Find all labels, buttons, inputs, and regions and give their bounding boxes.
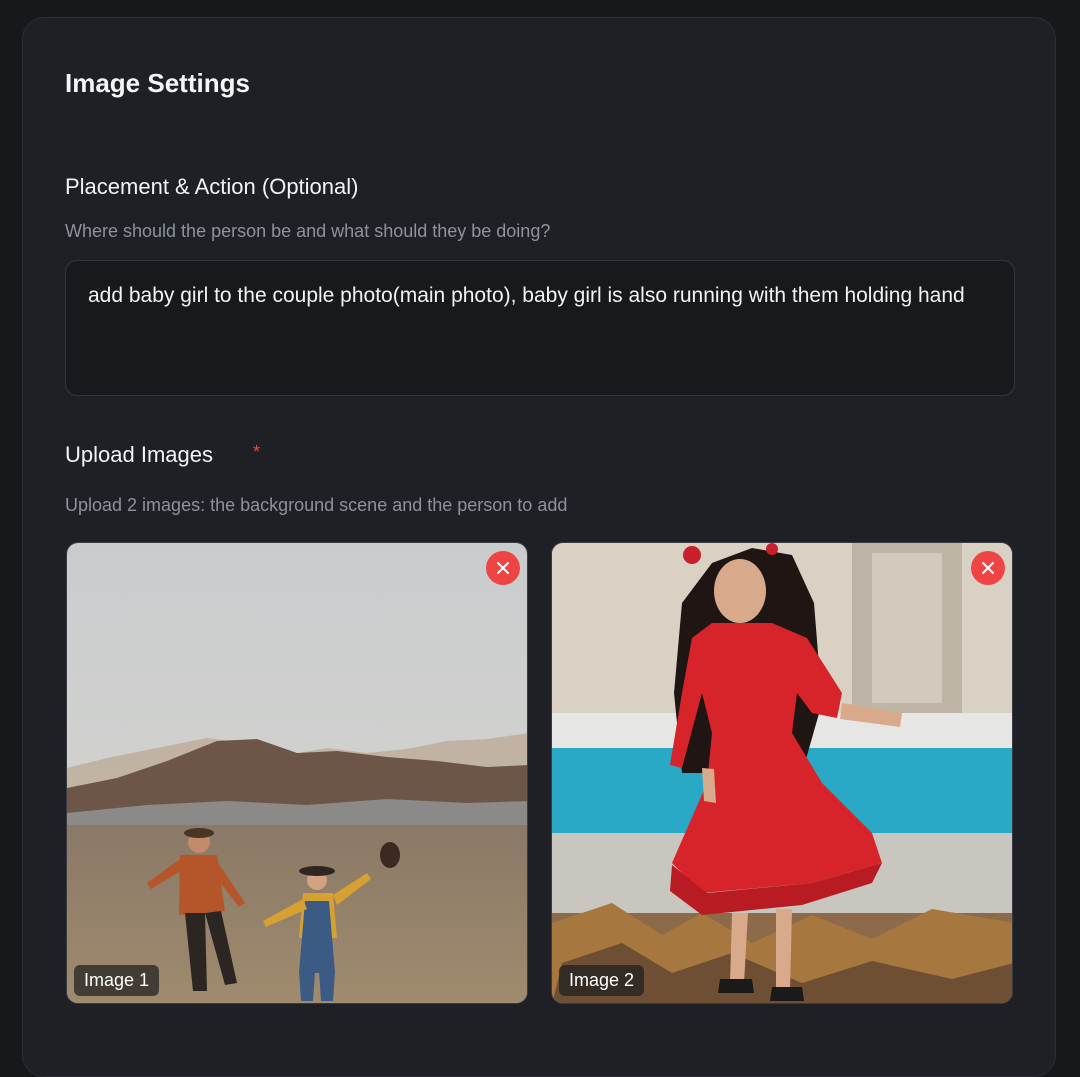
required-indicator: * (253, 442, 261, 462)
remove-image-2-button[interactable] (971, 551, 1005, 585)
image-1-caption: Image 1 (74, 965, 160, 996)
placement-textarea[interactable]: add baby girl to the couple photo(main p… (65, 260, 1015, 396)
couple-photo (67, 543, 527, 1003)
upload-help-text: Upload 2 images: the background scene an… (65, 495, 568, 515)
panel-title: Image Settings (65, 68, 250, 98)
image-thumbnail-1[interactable]: Image 1 (66, 542, 528, 1004)
close-icon (497, 562, 509, 574)
image-settings-panel: Image Settings Placement & Action (Optio… (22, 17, 1056, 1077)
image-2-caption: Image 2 (559, 965, 645, 996)
placement-label: Placement & Action (Optional) (65, 174, 359, 199)
remove-image-1-button[interactable] (486, 551, 520, 585)
close-icon (982, 562, 994, 574)
image-thumbnail-2[interactable]: Image 2 (551, 542, 1013, 1004)
placement-help-text: Where should the person be and what shou… (65, 221, 551, 241)
girl-photo (552, 543, 1012, 1003)
upload-images-label: Upload Images (65, 442, 213, 467)
